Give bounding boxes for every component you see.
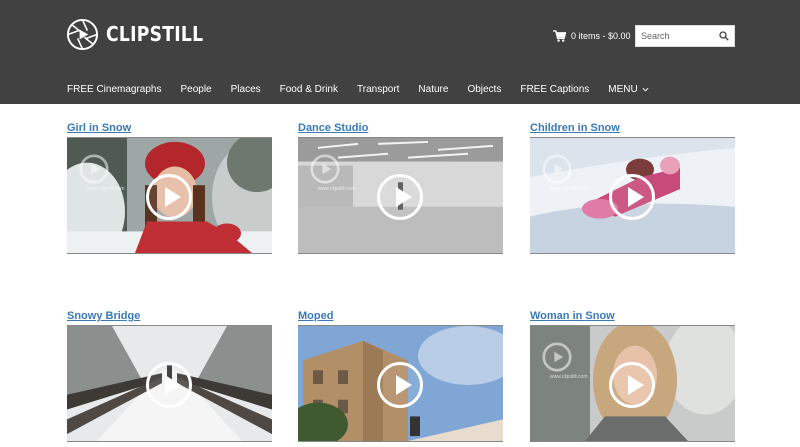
clip-card: Snowy Bridge: [67, 307, 272, 442]
clip-title-link[interactable]: Snowy Bridge: [67, 307, 272, 325]
clipstill-watermark-icon: [542, 342, 572, 377]
search-box: [635, 25, 735, 47]
clip-thumbnail[interactable]: [67, 325, 272, 442]
search-input[interactable]: [636, 26, 718, 46]
watermark-text: www.clipstill.com: [550, 374, 588, 380]
main-nav: FREE Cinemagraphs People Places Food & D…: [67, 82, 668, 96]
clip-card: Children in Snow www.clipstill.com: [530, 119, 735, 254]
clip-thumbnail[interactable]: [298, 325, 503, 442]
shopping-cart-icon: [553, 30, 566, 42]
watermark-text: www.clipstill.com: [550, 186, 588, 192]
clip-card: Dance Studio www.clipstill.com: [298, 119, 503, 254]
nav-item-free-cinemagraphs[interactable]: FREE Cinemagraphs: [67, 84, 161, 95]
play-icon[interactable]: [146, 362, 192, 408]
clipstill-watermark-icon: [79, 154, 109, 189]
search-icon[interactable]: [719, 31, 729, 41]
clip-title-link[interactable]: Children in Snow: [530, 119, 735, 137]
cart-link[interactable]: 0 items - $0.00: [553, 29, 631, 43]
clip-thumbnail[interactable]: www.clipstill.com: [530, 137, 735, 254]
nav-item-people[interactable]: People: [180, 84, 211, 95]
menu-label: MENU: [608, 83, 638, 95]
clip-card: Woman in Snow www.clipstill.com: [530, 307, 735, 442]
aperture-logo-icon: [66, 18, 99, 50]
cart-summary: 0 items - $0.00: [571, 31, 631, 41]
clip-title-link[interactable]: Moped: [298, 307, 503, 325]
watermark-text: www.clipstill.com: [318, 186, 356, 192]
nav-item-transport[interactable]: Transport: [357, 84, 399, 95]
site-header: CLIPSTILL 0 items - $0.00 FREE Cinemagra…: [0, 0, 800, 104]
clip-thumbnail[interactable]: www.clipstill.com: [67, 137, 272, 254]
site-logo[interactable]: CLIPSTILL: [66, 16, 219, 52]
nav-item-menu[interactable]: MENU: [608, 83, 649, 95]
clip-title-link[interactable]: Woman in Snow: [530, 307, 735, 325]
watermark-text: www.clipstill.com: [87, 186, 125, 192]
nav-item-nature[interactable]: Nature: [418, 84, 448, 95]
clip-title-link[interactable]: Dance Studio: [298, 119, 503, 137]
play-icon[interactable]: [377, 174, 423, 220]
site-name: CLIPSTILL: [106, 22, 204, 46]
clip-card: Moped: [298, 307, 503, 442]
play-icon[interactable]: [609, 362, 655, 408]
clip-title-link[interactable]: Girl in Snow: [67, 119, 272, 137]
clip-card: Girl in Snow www.clipstill.com: [67, 119, 272, 254]
play-icon[interactable]: [146, 174, 192, 220]
clipstill-watermark-icon: [542, 154, 572, 189]
clip-thumbnail[interactable]: www.clipstill.com: [530, 325, 735, 442]
nav-item-free-captions[interactable]: FREE Captions: [520, 84, 589, 95]
play-icon[interactable]: [609, 174, 655, 220]
nav-item-food-drink[interactable]: Food & Drink: [280, 84, 338, 95]
play-icon[interactable]: [377, 362, 423, 408]
clip-thumbnail[interactable]: www.clipstill.com: [298, 137, 503, 254]
clipstill-watermark-icon: [310, 154, 340, 189]
nav-item-places[interactable]: Places: [231, 84, 261, 95]
chevron-down-icon: [642, 87, 649, 92]
nav-item-objects[interactable]: Objects: [467, 84, 501, 95]
